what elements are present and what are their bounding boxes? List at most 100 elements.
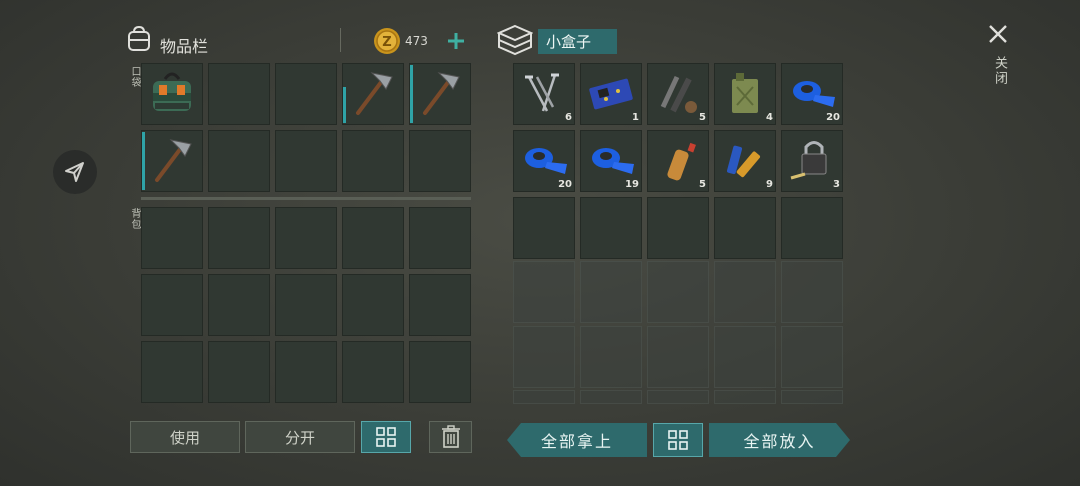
container-slot-locked — [714, 390, 776, 404]
durability-bar — [142, 132, 145, 190]
container-slot[interactable]: 5 — [647, 63, 709, 125]
container-slot[interactable]: 19 — [580, 130, 642, 192]
container-slot[interactable]: 4 — [714, 63, 776, 125]
container-slot[interactable] — [513, 197, 575, 259]
backpack-slot[interactable] — [409, 274, 471, 336]
item-quantity: 5 — [699, 112, 706, 123]
backpack-slot[interactable] — [141, 341, 203, 403]
backpack-slot[interactable] — [275, 274, 337, 336]
container-slot-locked — [647, 261, 709, 323]
pocket-slot-2[interactable] — [208, 63, 270, 125]
backpack-slot[interactable] — [409, 341, 471, 403]
durability-bar — [410, 65, 413, 123]
backpack-slot[interactable] — [208, 207, 270, 269]
sort-container-button[interactable] — [653, 423, 703, 457]
toolbox-bag-icon — [153, 72, 191, 111]
take-all-button[interactable]: 全部拿上 — [507, 423, 647, 457]
pickaxe-icon — [423, 72, 460, 115]
trash-icon — [441, 425, 460, 448]
item-quantity: 4 — [766, 112, 773, 123]
trash-button[interactable] — [429, 421, 472, 453]
container-slot-locked — [781, 390, 843, 404]
item-quantity: 9 — [766, 179, 773, 190]
backpack-slot[interactable] — [342, 207, 404, 269]
backpack-slot[interactable] — [141, 207, 203, 269]
container-slot[interactable] — [580, 197, 642, 259]
item-quantity: 20 — [826, 112, 840, 123]
inventory-title: 物品栏 — [160, 37, 209, 56]
container-slot-locked — [647, 390, 709, 404]
item-quantity: 20 — [558, 179, 572, 190]
backpack-slot[interactable] — [409, 207, 471, 269]
pocket-slot-6[interactable] — [141, 130, 203, 192]
svg-text:Z: Z — [382, 35, 391, 50]
container-slot[interactable]: 20 — [781, 63, 843, 125]
add-coins-button[interactable] — [445, 30, 467, 52]
pipe-parts-icon — [660, 75, 697, 113]
item-quantity: 5 — [699, 179, 706, 190]
coin-count: 473 — [405, 34, 428, 48]
backpack-label: 背包 — [129, 208, 140, 230]
put-all-button[interactable]: 全部放入 — [709, 423, 850, 457]
close-button[interactable]: 关闭 — [984, 20, 1014, 100]
container-slot[interactable] — [714, 197, 776, 259]
container-slot[interactable] — [781, 197, 843, 259]
close-label: 关闭 — [992, 56, 1007, 86]
item-quantity: 1 — [632, 112, 639, 123]
pocket-label: 口袋 — [129, 66, 140, 88]
box-icon — [497, 24, 533, 56]
container-slot[interactable]: 3 — [781, 130, 843, 192]
container-slot-locked — [714, 326, 776, 388]
container-title: 小盒子 — [538, 29, 617, 54]
container-slot[interactable]: 20 — [513, 130, 575, 192]
pocket-slot-3[interactable] — [275, 63, 337, 125]
backpack-slot[interactable] — [342, 274, 404, 336]
container-slot[interactable]: 5 — [647, 130, 709, 192]
container-slot-locked — [513, 326, 575, 388]
container-slot-locked — [513, 390, 575, 404]
container-slot-locked — [781, 326, 843, 388]
container-title-text: 小盒子 — [546, 33, 592, 51]
grid-sort-icon — [376, 427, 396, 447]
container-slot[interactable]: 6 — [513, 63, 575, 125]
container-slot-locked — [781, 261, 843, 323]
batteries-icon — [726, 145, 761, 178]
backpack-icon — [128, 26, 150, 51]
item-quantity: 3 — [833, 179, 840, 190]
pocket-slot-8[interactable] — [275, 130, 337, 192]
container-slot-locked — [647, 326, 709, 388]
container-slot[interactable] — [647, 197, 709, 259]
pocket-slot-4[interactable] — [342, 63, 404, 125]
backpack-slot[interactable] — [208, 341, 270, 403]
backpack-slot[interactable] — [275, 341, 337, 403]
pocket-slot-10[interactable] — [409, 130, 471, 192]
backpack-slot[interactable] — [141, 274, 203, 336]
pickaxe-icon — [155, 139, 192, 182]
pocket-slot-7[interactable] — [208, 130, 270, 192]
container-slot-locked — [580, 326, 642, 388]
pocket-slot-9[interactable] — [342, 130, 404, 192]
circuit-board-icon — [589, 78, 633, 110]
backpack-slot[interactable] — [275, 207, 337, 269]
container-slot-locked — [580, 261, 642, 323]
pocket-slot-5[interactable] — [409, 63, 471, 125]
durability-bar — [343, 87, 346, 123]
use-button[interactable]: 使用 — [130, 421, 240, 453]
padlock-icon — [790, 141, 827, 180]
item-quantity: 6 — [565, 112, 572, 123]
container-slot[interactable]: 9 — [714, 130, 776, 192]
container-slot-locked — [513, 261, 575, 323]
container-slot-locked — [580, 390, 642, 404]
item-quantity: 19 — [625, 179, 639, 190]
backpack-slot[interactable] — [342, 341, 404, 403]
nails-icon — [525, 73, 559, 112]
coin-icon: Z — [374, 28, 400, 54]
plastic-bottle-icon — [667, 142, 696, 181]
pocket-slot-1[interactable] — [141, 63, 203, 125]
sort-inventory-button[interactable] — [361, 421, 411, 453]
close-icon — [989, 25, 1007, 43]
split-button[interactable]: 分开 — [245, 421, 355, 453]
navigate-button[interactable] — [53, 150, 97, 194]
container-slot[interactable]: 1 — [580, 63, 642, 125]
backpack-slot[interactable] — [208, 274, 270, 336]
